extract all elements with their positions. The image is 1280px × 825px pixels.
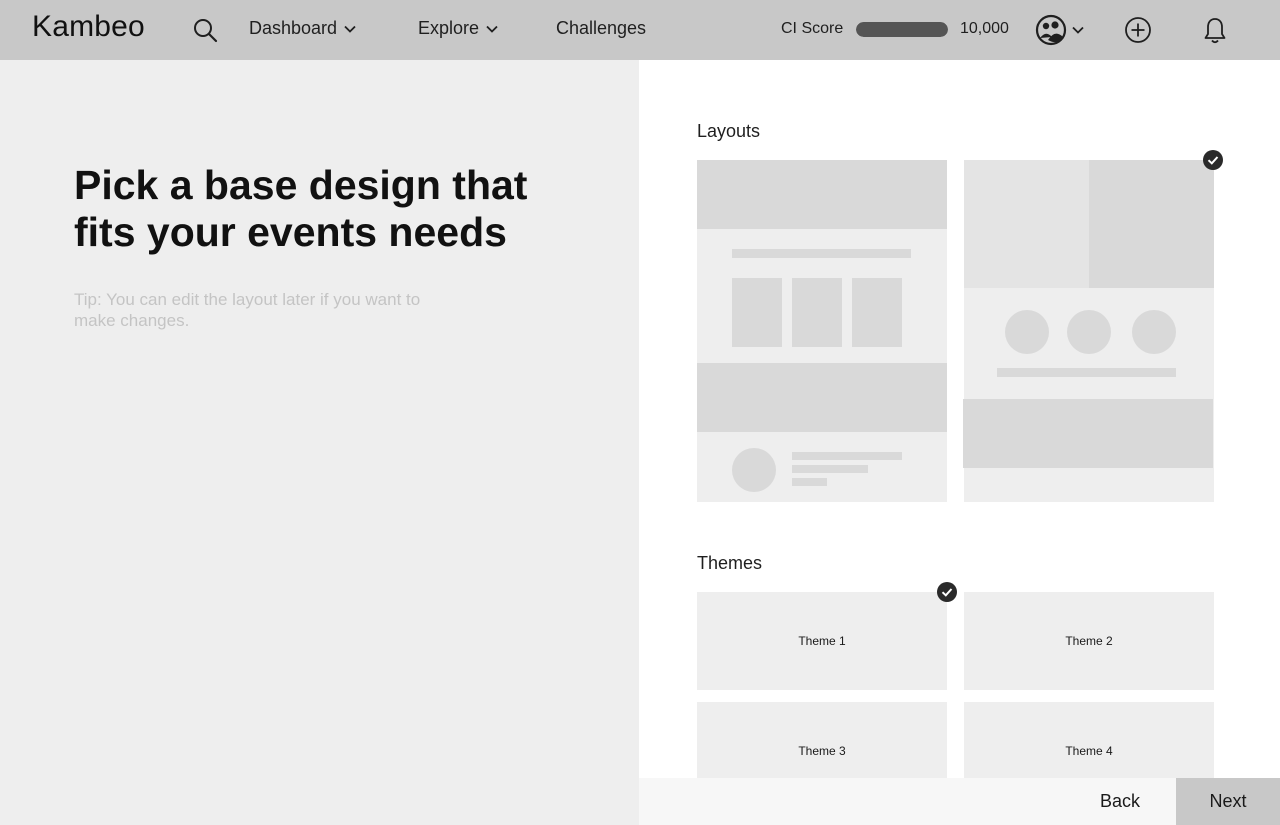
layout-a-text-line <box>792 465 868 473</box>
wizard-footer: Back Next <box>639 778 1280 825</box>
chevron-down-icon <box>1072 26 1084 34</box>
layout-b-circle-placeholder <box>1067 310 1111 354</box>
ci-score-fill <box>856 22 948 37</box>
ci-score-label: CI Score <box>781 20 844 37</box>
intro-panel: Pick a base design that fits your events… <box>0 60 639 825</box>
layouts-heading: Layouts <box>697 121 761 141</box>
nav-dashboard-label: Dashboard <box>249 18 338 38</box>
theme-label: Theme 2 <box>1065 634 1113 648</box>
chevron-down-icon <box>344 25 356 33</box>
top-nav-bar: Kambeo Dashboard Explore Challenges CI S… <box>0 0 1280 60</box>
check-icon <box>937 582 957 602</box>
layout-a-tile <box>852 278 902 347</box>
user-menu-button[interactable] <box>1035 14 1089 46</box>
theme-label: Theme 1 <box>798 634 846 648</box>
layout-a-tile <box>732 278 782 347</box>
tip-text: Tip: You can edit the layout later if yo… <box>74 290 421 330</box>
ci-score-bar <box>856 22 948 37</box>
layout-option-a[interactable] <box>697 160 947 502</box>
back-button[interactable]: Back <box>1070 778 1170 825</box>
search-icon[interactable] <box>192 17 218 43</box>
layout-a-avatar-placeholder <box>732 448 776 492</box>
layout-a-tile <box>792 278 842 347</box>
layout-option-b[interactable] <box>963 160 1214 502</box>
layout-a-text-line <box>732 249 911 258</box>
theme-label: Theme 4 <box>1065 744 1113 758</box>
next-button[interactable]: Next <box>1176 778 1280 825</box>
layout-b-circle-placeholder <box>1005 310 1049 354</box>
brand-logo[interactable]: Kambeo <box>32 10 145 44</box>
nav-dashboard[interactable]: Dashboard <box>249 18 357 39</box>
plus-circle-icon[interactable] <box>1124 16 1152 44</box>
layout-b-hero-image <box>1089 160 1214 288</box>
chevron-down-icon <box>486 25 498 33</box>
theme-label: Theme 3 <box>798 744 846 758</box>
nav-challenges-label: Challenges <box>556 18 647 38</box>
avatar-icon <box>1035 14 1067 46</box>
page-title: Pick a base design that fits your events… <box>74 162 528 255</box>
bell-icon[interactable] <box>1201 16 1229 46</box>
layout-a-header-block <box>697 160 947 229</box>
layout-b-banner-block <box>963 399 1213 468</box>
layout-a-text-line <box>792 478 827 486</box>
layout-a-text-line <box>792 452 902 460</box>
theme-option-1[interactable]: Theme 1 <box>697 592 947 690</box>
nav-challenges[interactable]: Challenges <box>556 18 646 39</box>
layout-b-text-line <box>997 368 1176 377</box>
ci-score-value: 10,000 <box>960 20 1009 37</box>
check-icon <box>1203 150 1223 170</box>
theme-option-2[interactable]: Theme 2 <box>964 592 1214 690</box>
nav-explore-label: Explore <box>418 18 480 38</box>
nav-explore[interactable]: Explore <box>418 18 499 39</box>
design-picker-panel: Layouts Themes Theme 1 Theme 2 Theme 3 T… <box>639 60 1280 825</box>
themes-heading: Themes <box>697 553 763 573</box>
layout-a-banner-block <box>697 363 947 432</box>
layout-b-circle-placeholder <box>1132 310 1176 354</box>
